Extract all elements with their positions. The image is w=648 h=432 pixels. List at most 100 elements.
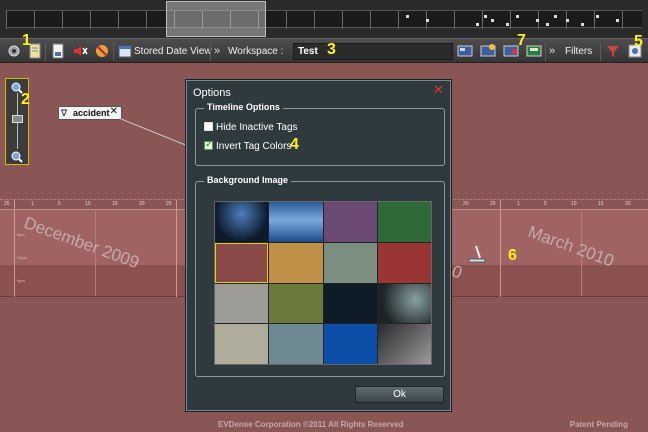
- overview-event-mark: [491, 19, 494, 22]
- month-divider: [14, 200, 15, 297]
- month-divider: [500, 200, 501, 297]
- background-swatch[interactable]: [323, 202, 377, 242]
- tag-chip[interactable]: ∇ accident ✕: [58, 106, 122, 120]
- background-swatch[interactable]: [377, 202, 431, 242]
- workspace-field[interactable]: Test: [293, 43, 453, 60]
- ok-button[interactable]: Ok: [355, 386, 444, 403]
- background-swatch[interactable]: [215, 283, 269, 324]
- workspace-save-icon[interactable]: [526, 43, 542, 59]
- invert-tag-colors-checkbox[interactable]: [204, 139, 213, 151]
- options-dialog: Options ✕ Timeline Options Hide Inactive…: [186, 80, 451, 411]
- invert-tag-colors-option[interactable]: Invert Tag Colors: [204, 139, 291, 153]
- overview-tick: [594, 11, 595, 29]
- measure-icon[interactable]: [466, 243, 488, 265]
- row-label: 4pm: [17, 278, 25, 283]
- background-swatch[interactable]: [215, 324, 269, 364]
- block-icon[interactable]: [94, 43, 110, 59]
- timeline-options-title: Timeline Options: [204, 102, 283, 112]
- background-swatch[interactable]: [377, 283, 431, 324]
- workspace-view-icon[interactable]: [457, 43, 473, 59]
- ruler-number: 1: [517, 201, 520, 207]
- close-icon[interactable]: ✕: [433, 83, 445, 96]
- document-icon[interactable]: [50, 43, 66, 59]
- footer: EVDense Corporation ©2011 All Rights Res…: [0, 418, 648, 432]
- overview-event-mark: [596, 15, 599, 18]
- overview-event-mark: [406, 15, 409, 18]
- background-image-group: Background Image: [195, 175, 445, 377]
- tag-label: accident: [73, 108, 110, 118]
- workspace-chevron-icon[interactable]: »: [214, 44, 220, 59]
- toolbar-separator: [45, 42, 46, 61]
- callout-4: 4: [290, 136, 299, 153]
- overview-viewport-handle[interactable]: [166, 1, 266, 37]
- workspace-new-icon[interactable]: [480, 43, 496, 59]
- timeline-overview[interactable]: [0, 0, 648, 38]
- overview-event-mark: [516, 15, 519, 18]
- filter-funnel-icon[interactable]: [605, 43, 621, 59]
- callout-7: 7: [517, 32, 526, 49]
- ruler-number: 15: [112, 201, 118, 207]
- overview-event-mark: [554, 15, 557, 18]
- background-swatch[interactable]: [215, 202, 269, 242]
- overview-event-mark: [426, 19, 429, 22]
- overview-event-mark: [546, 23, 549, 26]
- hide-inactive-tags-checkbox[interactable]: [204, 122, 213, 131]
- toolbar: Stored Date View » Workspace : Test » Fi…: [0, 38, 648, 63]
- ruler-number: 25: [490, 201, 496, 207]
- ruler-number: 15: [598, 201, 604, 207]
- overview-tick: [314, 11, 315, 29]
- overview-tick: [62, 11, 63, 29]
- overview-tick: [482, 11, 483, 29]
- background-swatch[interactable]: [323, 324, 377, 364]
- callout-2: 2: [21, 91, 30, 108]
- overview-event-mark: [536, 19, 539, 22]
- overview-tick: [622, 11, 623, 29]
- background-swatch[interactable]: [323, 242, 377, 283]
- overview-event-mark: [506, 23, 509, 26]
- overview-tick: [370, 11, 371, 29]
- callout-5: 5: [634, 33, 643, 50]
- app-window: Stored Date View » Workspace : Test » Fi…: [0, 0, 648, 432]
- hide-inactive-tags-label: Hide Inactive Tags: [216, 122, 298, 133]
- ruler-number: 5: [544, 201, 547, 207]
- tag-remove-icon[interactable]: ✕: [110, 106, 118, 118]
- ruler-number: 25: [166, 201, 172, 207]
- zoom-out-icon[interactable]: [11, 151, 23, 163]
- background-swatch[interactable]: [269, 324, 323, 364]
- filters-chevron-icon[interactable]: »: [549, 44, 555, 59]
- ruler-number: 20: [625, 201, 631, 207]
- overview-tick: [146, 11, 147, 29]
- hide-inactive-tags-option[interactable]: Hide Inactive Tags: [204, 122, 298, 134]
- overview-tick: [398, 11, 399, 29]
- background-swatch[interactable]: [377, 324, 431, 364]
- overview-event-mark: [566, 19, 569, 22]
- mute-icon[interactable]: [72, 43, 88, 59]
- background-swatch-grid: [214, 201, 432, 365]
- background-swatch[interactable]: [269, 202, 323, 242]
- overview-tick: [6, 11, 7, 29]
- ruler-number: 10: [571, 201, 577, 207]
- background-swatch[interactable]: [269, 242, 323, 283]
- settings-gear-icon[interactable]: [6, 43, 22, 59]
- background-swatch[interactable]: [323, 283, 377, 324]
- toolbar-separator: [600, 42, 601, 61]
- filters-button[interactable]: Filters: [565, 44, 592, 59]
- overview-event-mark: [476, 23, 479, 26]
- overview-tick: [510, 11, 511, 29]
- background-swatch[interactable]: [377, 242, 431, 283]
- background-swatch[interactable]: [215, 242, 269, 283]
- background-swatch[interactable]: [269, 283, 323, 324]
- overview-tick: [454, 11, 455, 29]
- background-image-title: Background Image: [204, 175, 292, 185]
- dialog-title: Options: [193, 87, 231, 99]
- callout-6: 6: [508, 247, 517, 264]
- ruler-number: 1: [31, 201, 34, 207]
- ruler-number: 5: [58, 201, 61, 207]
- calendar-icon[interactable]: [117, 43, 133, 59]
- zoom-slider-handle[interactable]: [12, 115, 23, 123]
- overview-band: [6, 10, 642, 29]
- ruler-number: 20: [139, 201, 145, 207]
- stored-date-view-button[interactable]: Stored Date View: [134, 44, 212, 59]
- tag-filter-icon[interactable]: ∇: [61, 107, 67, 119]
- callout-1: 1: [22, 32, 31, 49]
